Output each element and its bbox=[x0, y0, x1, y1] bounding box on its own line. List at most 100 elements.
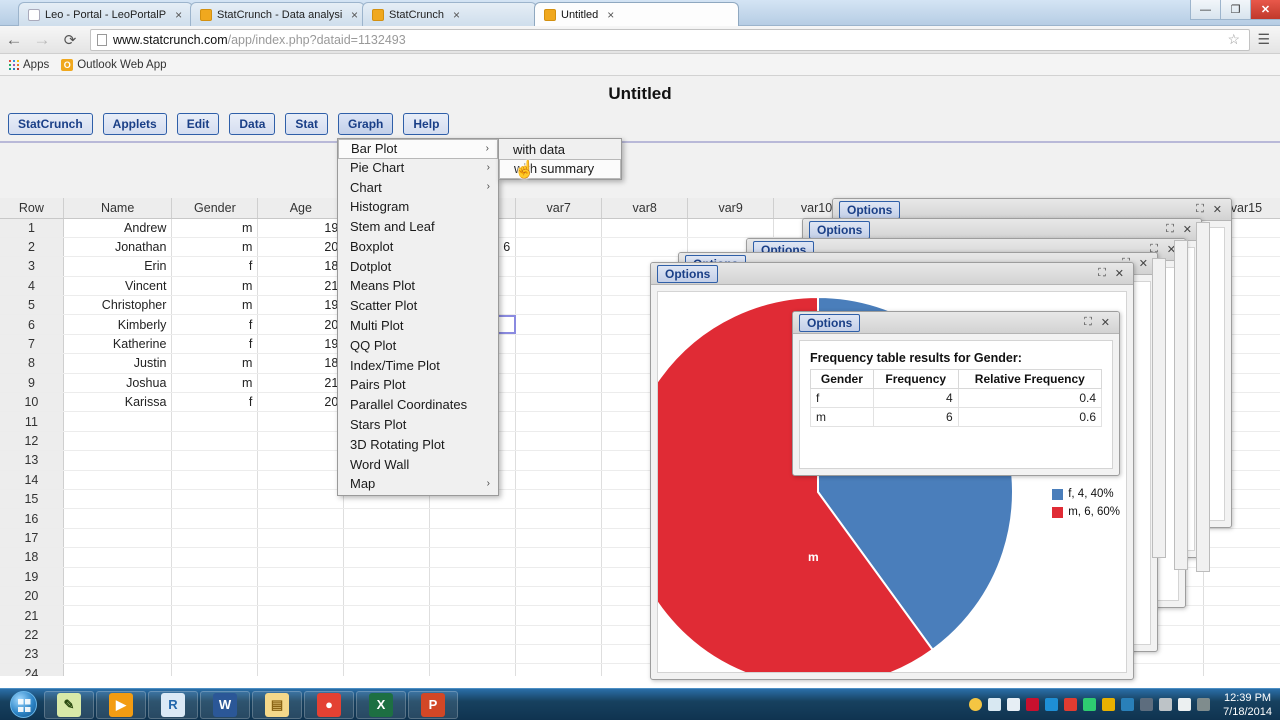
menu-item-bar-plot[interactable]: Bar Plot › bbox=[338, 139, 498, 159]
taskbar-excel-icon[interactable]: X bbox=[356, 690, 406, 719]
column-header-name[interactable]: Name bbox=[63, 198, 173, 219]
window-scroll-stub-3[interactable] bbox=[1196, 222, 1210, 572]
cell-var7[interactable] bbox=[515, 586, 603, 607]
cell-age[interactable] bbox=[257, 450, 345, 471]
menu-item-boxplot[interactable]: Boxplot bbox=[338, 237, 498, 257]
menu-statcrunch[interactable]: StatCrunch bbox=[8, 113, 93, 135]
menu-data[interactable]: Data bbox=[229, 113, 276, 135]
menu-item-stem-and-leaf[interactable]: Stem and Leaf bbox=[338, 217, 498, 237]
cell-var6[interactable] bbox=[429, 644, 517, 665]
menu-item-multi-plot[interactable]: Multi Plot bbox=[338, 316, 498, 336]
cell-name[interactable] bbox=[63, 450, 173, 471]
cell-name[interactable] bbox=[63, 567, 173, 587]
cell-age[interactable]: 21 bbox=[257, 276, 345, 297]
cell-var7[interactable] bbox=[515, 334, 603, 355]
menu-item-stars-plot[interactable]: Stars Plot bbox=[338, 415, 498, 435]
cell-gender[interactable] bbox=[171, 411, 259, 432]
cell-var7[interactable] bbox=[515, 508, 603, 529]
column-header-var7[interactable]: var7 bbox=[515, 198, 603, 219]
cell-age[interactable] bbox=[257, 586, 345, 607]
cell-gender[interactable] bbox=[171, 567, 259, 587]
cell-var15[interactable] bbox=[1203, 547, 1280, 568]
cell-var6[interactable] bbox=[429, 605, 517, 626]
close-icon[interactable]: ✕ bbox=[1115, 267, 1124, 280]
browser-tab-4-active[interactable]: Untitled × bbox=[534, 2, 739, 26]
cell-age[interactable] bbox=[257, 567, 345, 587]
menu-item-qq-plot[interactable]: QQ Plot bbox=[338, 336, 498, 356]
cell-age[interactable] bbox=[257, 508, 345, 529]
cell-name[interactable] bbox=[63, 605, 173, 626]
cell-name[interactable]: Karissa bbox=[63, 392, 173, 413]
column-header-gender[interactable]: Gender bbox=[171, 198, 259, 219]
column-header-var8[interactable]: var8 bbox=[601, 198, 689, 219]
submenu-item-with-data[interactable]: with data bbox=[499, 140, 621, 160]
cell-age[interactable]: 18 bbox=[257, 256, 345, 277]
cell-var5[interactable] bbox=[343, 547, 431, 568]
close-icon[interactable]: ✕ bbox=[1213, 203, 1222, 216]
cell-name[interactable] bbox=[63, 411, 173, 432]
menu-stat[interactable]: Stat bbox=[285, 113, 329, 135]
cell-var7[interactable] bbox=[515, 276, 603, 297]
cell-gender[interactable]: m bbox=[171, 276, 259, 297]
cell-age[interactable]: 20 bbox=[257, 392, 345, 413]
cell-age[interactable]: 19 bbox=[257, 334, 345, 355]
menu-item-means-plot[interactable]: Means Plot bbox=[338, 277, 498, 297]
options-window-titlebar[interactable]: Options ⛶ ✕ bbox=[793, 312, 1119, 334]
cell-var6[interactable] bbox=[429, 508, 517, 529]
cell-name[interactable]: Andrew bbox=[63, 218, 173, 238]
row-number-cell[interactable]: 22 bbox=[0, 625, 64, 646]
cell-age[interactable]: 20 bbox=[257, 314, 345, 335]
cell-age[interactable]: 20 bbox=[257, 237, 345, 258]
row-number-cell[interactable]: 16 bbox=[0, 508, 64, 529]
cell-var15[interactable] bbox=[1203, 663, 1280, 676]
cell-var7[interactable] bbox=[515, 237, 603, 258]
sync-icon[interactable] bbox=[988, 698, 1002, 711]
cell-var7[interactable] bbox=[515, 528, 603, 549]
cell-var7[interactable] bbox=[515, 644, 603, 665]
cell-gender[interactable] bbox=[171, 450, 259, 471]
reload-icon[interactable]: ⟳ bbox=[56, 31, 84, 49]
cell-var7[interactable] bbox=[515, 567, 603, 587]
taskbar-word-icon[interactable]: W bbox=[200, 690, 250, 719]
cell-name[interactable]: Kimberly bbox=[63, 314, 173, 335]
column-header-row[interactable]: Row bbox=[0, 198, 64, 219]
cell-name[interactable] bbox=[63, 431, 173, 452]
cell-gender[interactable] bbox=[171, 625, 259, 646]
cell-var15[interactable] bbox=[1203, 625, 1280, 646]
row-number-cell[interactable]: 21 bbox=[0, 605, 64, 626]
cell-var5[interactable] bbox=[343, 528, 431, 549]
cell-gender[interactable]: f bbox=[171, 392, 259, 413]
menu-item-histogram[interactable]: Histogram bbox=[338, 197, 498, 217]
taskbar-paint-icon[interactable]: ✎ bbox=[44, 690, 94, 719]
cell-var7[interactable] bbox=[515, 450, 603, 471]
taskbar-clock[interactable]: 12:39 PM 7/18/2014 bbox=[1217, 691, 1272, 719]
cell-gender[interactable]: m bbox=[171, 218, 259, 238]
cell-age[interactable] bbox=[257, 528, 345, 549]
row-number-cell[interactable]: 13 bbox=[0, 450, 64, 471]
maximize-icon[interactable]: ⛶ bbox=[1084, 316, 1092, 329]
close-icon[interactable]: ✕ bbox=[1183, 223, 1192, 236]
menu-applets[interactable]: Applets bbox=[102, 113, 167, 135]
cell-age[interactable]: 18 bbox=[257, 353, 345, 374]
menu-item-chart[interactable]: Chart › bbox=[338, 178, 498, 198]
network-icon[interactable] bbox=[1140, 698, 1154, 711]
cell-age[interactable] bbox=[257, 547, 345, 568]
browser-tab-1[interactable]: Leo - Portal - LeoPortalP × bbox=[18, 2, 193, 26]
cell-var5[interactable] bbox=[343, 605, 431, 626]
cell-var7[interactable] bbox=[515, 373, 603, 394]
monitor-icon[interactable] bbox=[1197, 698, 1211, 711]
cell-var15[interactable] bbox=[1203, 586, 1280, 607]
cell-gender[interactable]: m bbox=[171, 353, 259, 374]
cell-var7[interactable] bbox=[515, 431, 603, 452]
menu-item-scatter-plot[interactable]: Scatter Plot bbox=[338, 296, 498, 316]
cell-var7[interactable] bbox=[515, 392, 603, 413]
antivirus-icon[interactable] bbox=[1064, 698, 1078, 711]
close-icon[interactable]: ✕ bbox=[1139, 257, 1148, 270]
row-number-cell[interactable]: 10 bbox=[0, 392, 64, 413]
cell-name[interactable]: Christopher bbox=[63, 295, 173, 316]
cell-age[interactable]: 19 bbox=[257, 218, 345, 238]
taskbar-explorer-icon[interactable]: ▤ bbox=[252, 690, 302, 719]
close-icon[interactable]: × bbox=[453, 9, 460, 21]
row-number-cell[interactable]: 19 bbox=[0, 567, 64, 587]
cell-name[interactable]: Erin bbox=[63, 256, 173, 277]
